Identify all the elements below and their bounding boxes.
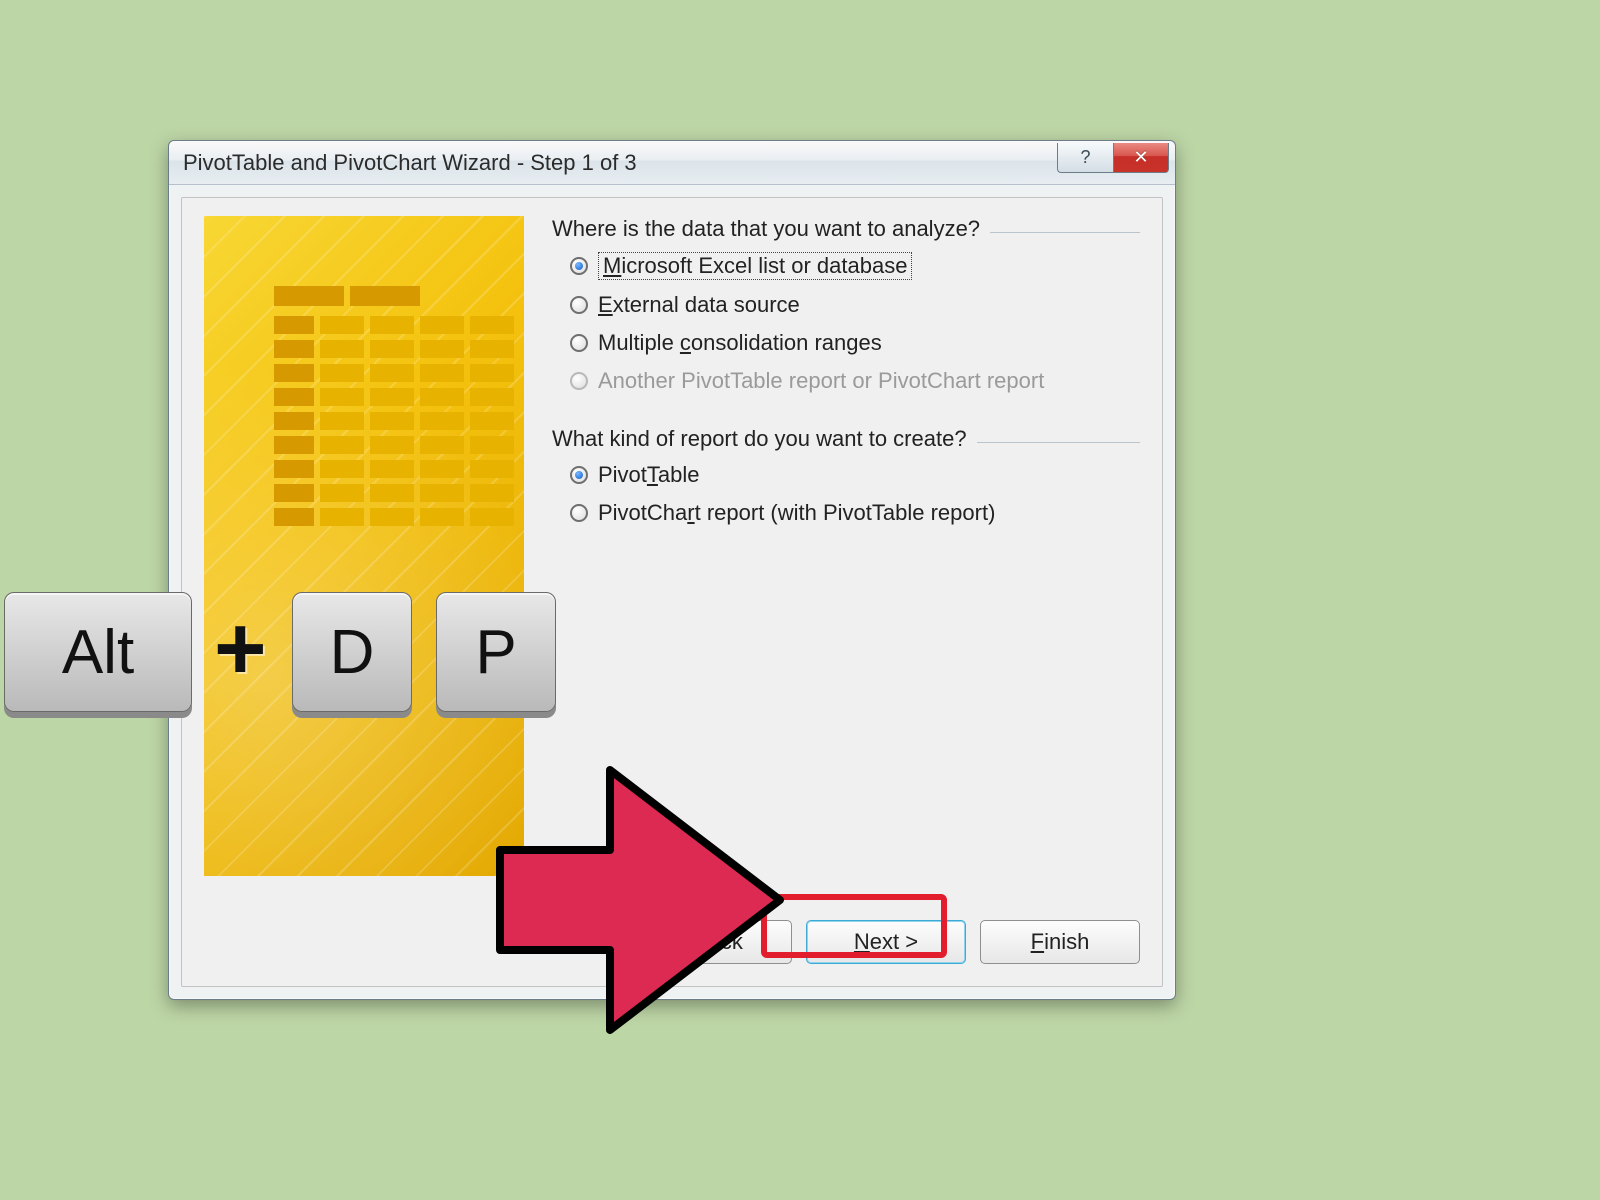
dialog-title: PivotTable and PivotChart Wizard - Step … bbox=[183, 150, 637, 176]
option-pivotchart[interactable]: PivotChart report (with PivotTable repor… bbox=[552, 494, 1140, 532]
finish-button[interactable]: Finish bbox=[980, 920, 1140, 964]
button-row: Cancel < Back Next > Finish bbox=[458, 920, 1140, 964]
radio-icon bbox=[570, 257, 588, 275]
key-p: P bbox=[436, 592, 556, 712]
group-report-kind: What kind of report do you want to creat… bbox=[552, 426, 1140, 532]
option-another-report: Another PivotTable report or PivotChart … bbox=[552, 362, 1140, 400]
radio-icon bbox=[570, 504, 588, 522]
radio-icon bbox=[570, 372, 588, 390]
titlebar: PivotTable and PivotChart Wizard - Step … bbox=[169, 141, 1175, 185]
option-pivottable[interactable]: PivotTable bbox=[552, 456, 1140, 494]
group-data-source: Where is the data that you want to analy… bbox=[552, 216, 1140, 400]
key-d: D bbox=[292, 592, 412, 712]
group2-label: What kind of report do you want to creat… bbox=[552, 426, 967, 452]
close-button[interactable]: ✕ bbox=[1113, 143, 1169, 173]
table-graphic bbox=[274, 286, 524, 532]
options-panel: Where is the data that you want to analy… bbox=[552, 216, 1140, 558]
key-alt: Alt bbox=[4, 592, 192, 712]
help-button[interactable]: ? bbox=[1057, 143, 1113, 173]
radio-icon bbox=[570, 296, 588, 314]
next-button[interactable]: Next > bbox=[806, 920, 966, 964]
window-buttons: ? ✕ bbox=[1057, 143, 1169, 173]
radio-icon bbox=[570, 466, 588, 484]
radio-icon bbox=[570, 334, 588, 352]
group1-label: Where is the data that you want to analy… bbox=[552, 216, 980, 242]
wizard-dialog: PivotTable and PivotChart Wizard - Step … bbox=[168, 140, 1176, 1000]
option-external-data[interactable]: External data source bbox=[552, 286, 1140, 324]
back-button[interactable]: < Back bbox=[632, 920, 792, 964]
close-icon: ✕ bbox=[1133, 147, 1148, 168]
option-multiple-consolidation[interactable]: Multiple consolidation ranges bbox=[552, 324, 1140, 362]
wizard-illustration bbox=[204, 216, 524, 876]
help-icon: ? bbox=[1080, 147, 1090, 168]
option-excel-list[interactable]: Microsoft Excel list or database bbox=[552, 246, 1140, 286]
plus-icon: + bbox=[214, 598, 267, 701]
